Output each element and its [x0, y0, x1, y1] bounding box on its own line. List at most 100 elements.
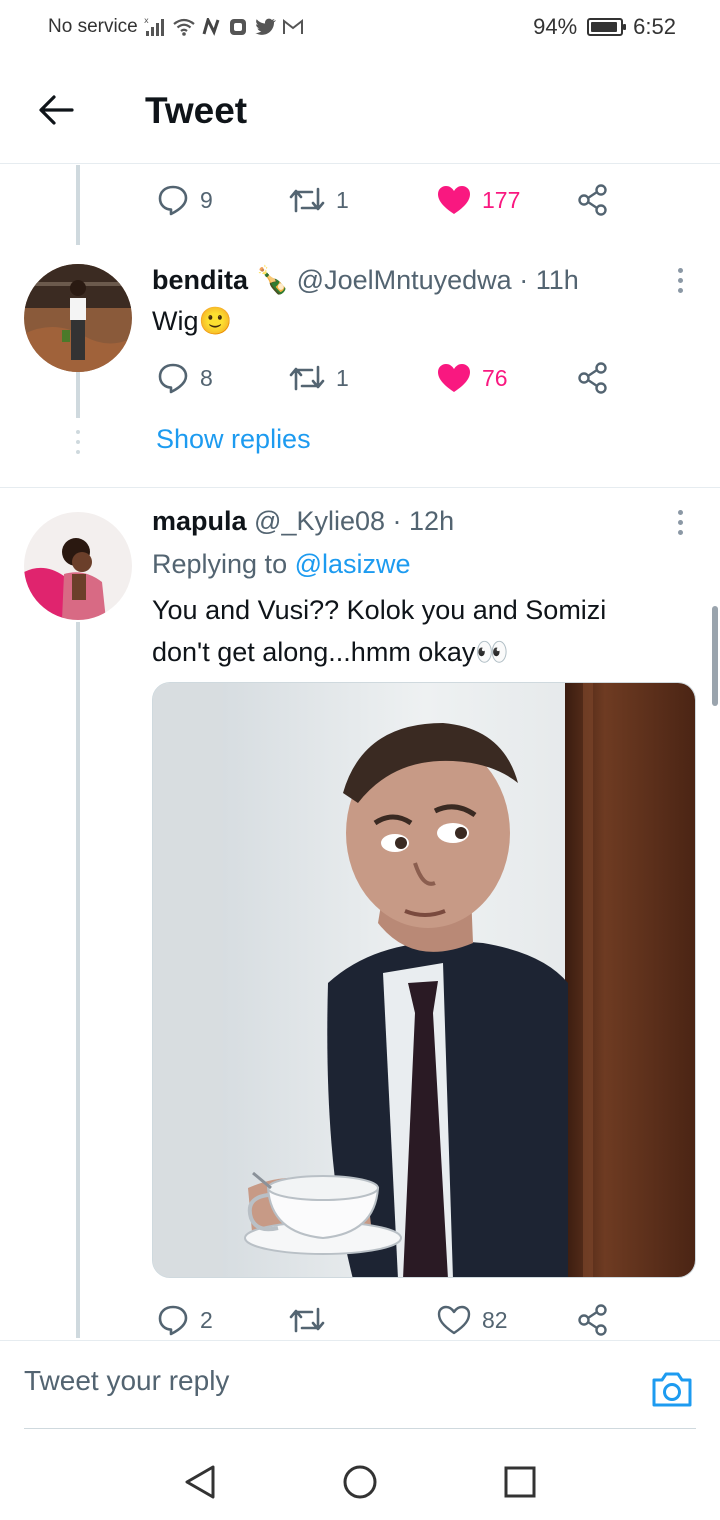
more-options-button[interactable] [670, 504, 690, 540]
scrollbar[interactable] [712, 606, 718, 706]
like-count: 76 [482, 364, 508, 391]
thread-dots [75, 430, 81, 454]
reply-button[interactable]: 9 [156, 180, 213, 220]
camera-icon [652, 1372, 692, 1407]
reply-count: 2 [200, 1306, 213, 1333]
camera-button[interactable] [650, 1369, 694, 1413]
tweet-text-body: Wig [152, 306, 199, 336]
share-icon [578, 184, 607, 216]
avatar[interactable] [24, 264, 132, 372]
tweet-header: bendita 🍾 @JoelMntuyedwa · 11h [152, 264, 579, 296]
share-icon [578, 1304, 607, 1336]
circle-home-icon [343, 1465, 377, 1499]
twitter-bird-icon [255, 18, 276, 35]
text-emoji: 🙂 [198, 306, 233, 336]
system-nav-bar [0, 1440, 720, 1520]
nav-back-button[interactable] [178, 1460, 222, 1504]
svg-text:x: x [144, 17, 149, 25]
share-button[interactable] [576, 180, 610, 220]
replying-prefix: Replying to [152, 549, 288, 579]
like-button[interactable]: 177 [436, 180, 520, 220]
timestamp: · 12h [392, 506, 455, 536]
retweet-icon [289, 365, 325, 391]
avatar-photo [24, 264, 132, 372]
divider [0, 487, 720, 488]
status-bar: No service x 94% 6:52 [0, 0, 720, 56]
reply-underline [24, 1428, 696, 1429]
reply-icon [158, 185, 188, 216]
share-icon [578, 362, 607, 394]
avatar[interactable] [24, 512, 132, 620]
handle[interactable]: @_Kylie08 [254, 506, 385, 536]
battery-icon [587, 18, 627, 36]
clock: 6:52 [633, 14, 676, 39]
shield-icon [229, 19, 246, 35]
timestamp: · 11h [519, 265, 579, 295]
like-count: 82 [482, 1306, 508, 1333]
reply-count: 9 [200, 186, 213, 213]
retweet-button[interactable]: 1 [288, 358, 349, 398]
reply-button[interactable]: 8 [156, 358, 213, 398]
carrier-label: No service [48, 16, 138, 37]
heart-outline-icon [437, 1305, 471, 1335]
retweet-icon [289, 1307, 325, 1333]
square-recents-icon [504, 1466, 536, 1498]
like-button[interactable]: 76 [436, 358, 508, 398]
display-name[interactable]: mapula [152, 506, 247, 536]
gmail-icon [282, 18, 303, 34]
reply-icon [158, 363, 188, 394]
replying-to-handle[interactable]: @lasizwe [295, 549, 411, 579]
tweet-text-line: don't get along...hmm okay [152, 637, 476, 667]
thread-line [76, 622, 80, 1338]
more-options-button[interactable] [670, 262, 690, 298]
tweet-actions: 2 82 [152, 1300, 622, 1340]
triangle-back-icon [185, 1465, 215, 1499]
retweet-count: 1 [336, 364, 349, 391]
text-emoji: 👀 [475, 637, 509, 667]
tweet-header: mapula @_Kylie08 · 12h [152, 506, 454, 537]
nav-recents-button[interactable] [498, 1460, 542, 1504]
share-button[interactable] [576, 358, 610, 398]
retweet-count: 1 [336, 186, 349, 213]
replying-to: Replying to @lasizwe [152, 549, 411, 580]
thread-line [76, 165, 80, 245]
battery-percent: 94% [533, 14, 578, 39]
tweet-text: Wig🙂 [152, 300, 232, 342]
reply-input[interactable]: Tweet your reply [24, 1365, 229, 1397]
heart-filled-icon [438, 186, 470, 214]
tweet-text: You and Vusi?? Kolok you and Somizi don'… [152, 589, 606, 673]
share-button[interactable] [576, 1300, 610, 1340]
app-header: Tweet [0, 56, 720, 164]
retweet-button[interactable] [288, 1300, 336, 1340]
heart-filled-icon [438, 364, 470, 392]
name-emoji: 🍾 [255, 265, 290, 295]
back-button[interactable] [30, 88, 82, 132]
nfc-icon [202, 18, 220, 36]
tweet-actions: 8 1 76 [152, 358, 622, 398]
reply-button[interactable]: 2 [156, 1300, 213, 1340]
reply-count: 8 [200, 364, 213, 391]
reply-icon [158, 1305, 188, 1336]
status-right: 94% 6:52 [533, 14, 676, 40]
like-button[interactable]: 82 [436, 1300, 508, 1340]
show-replies-link[interactable]: Show replies [156, 424, 311, 455]
tweet-text-line: You and Vusi?? Kolok you and Somizi [152, 595, 607, 625]
like-count: 177 [482, 186, 521, 213]
media-photo [153, 683, 695, 1277]
retweet-icon [289, 187, 325, 213]
page-title: Tweet [145, 90, 248, 131]
wifi-icon [173, 18, 195, 36]
retweet-button[interactable]: 1 [288, 180, 349, 220]
nav-home-button[interactable] [338, 1460, 382, 1504]
tweet-text-line-2: don't get along...hmm okay👀 [152, 631, 606, 673]
handle[interactable]: @JoelMntuyedwa [297, 265, 512, 295]
signal-icon: x [144, 17, 164, 36]
avatar-photo [24, 512, 132, 620]
arrow-left-icon [39, 95, 74, 125]
tweet-actions: 9 1 177 [152, 180, 622, 220]
status-left: No service x [48, 16, 304, 38]
reply-bar: Tweet your reply [0, 1340, 720, 1430]
display-name[interactable]: bendita [152, 265, 248, 295]
tweet-media-image[interactable] [152, 682, 696, 1278]
thread-line [76, 372, 80, 418]
